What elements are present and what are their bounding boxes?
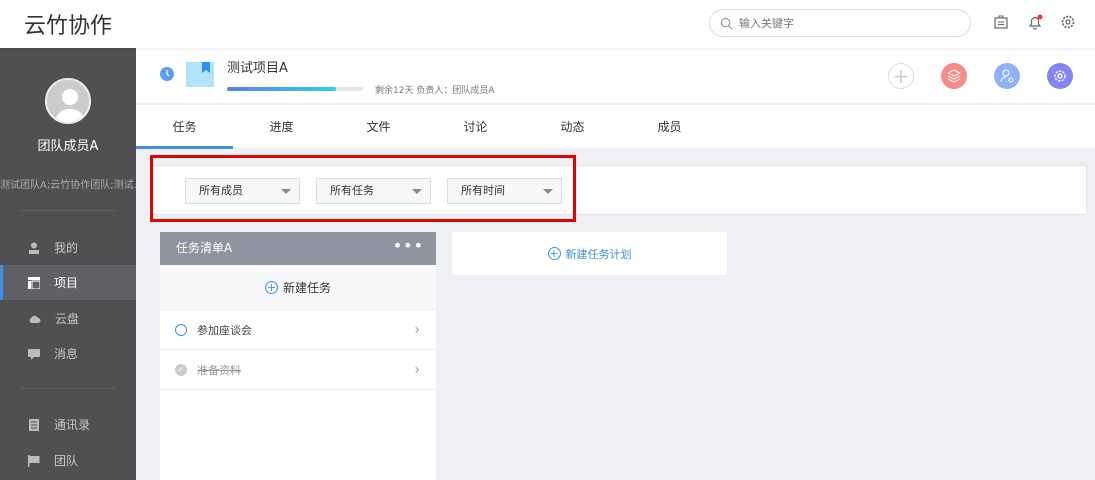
tab-activity[interactable]: 动态: [524, 105, 621, 149]
sidebar-item-cloud[interactable]: 云盘: [0, 301, 136, 336]
briefcase-icon[interactable]: [993, 14, 1009, 30]
flag-icon: [28, 454, 40, 467]
project-book-icon: [186, 62, 214, 87]
checked-circle-icon[interactable]: ✓: [175, 363, 187, 376]
search-box[interactable]: [709, 9, 971, 37]
project-settings-button[interactable]: [1047, 63, 1073, 89]
task-list-header: 任务清单A •••: [160, 232, 436, 265]
new-plan-label: 新建任务计划: [565, 247, 632, 261]
plus-icon: +: [892, 64, 910, 88]
sidebar-item-label: 云盘: [55, 312, 80, 326]
search-icon: [720, 17, 733, 29]
layout-icon: [28, 276, 40, 289]
member-settings-button[interactable]: [994, 63, 1020, 89]
progress-fill: [227, 87, 336, 91]
bell-icon[interactable]: [1027, 14, 1043, 30]
project-meta: 剩余12天 负责人：团队成员A: [375, 86, 495, 96]
task-item[interactable]: 参加座谈会 ›: [160, 310, 436, 350]
layers-button[interactable]: [941, 63, 967, 89]
new-plan-button[interactable]: + 新建任务计划: [452, 232, 727, 275]
layers-icon: [947, 69, 961, 83]
plus-circle-icon: +: [547, 247, 561, 260]
user-teams: 测试团队A;云竹协作团队;测试...: [0, 180, 136, 191]
chevron-right-icon: ›: [414, 321, 420, 338]
project-title: 测试项目A: [227, 61, 288, 76]
project-progress-bar: [227, 87, 363, 91]
message-icon: [28, 348, 40, 360]
sidebar-divider: [20, 388, 116, 389]
user-name: 团队成员A: [37, 139, 99, 154]
sidebar-item-team[interactable]: 团队: [0, 443, 136, 478]
tab-tasks[interactable]: 任务: [136, 105, 233, 149]
new-task-button[interactable]: + 新建任务: [160, 265, 436, 310]
tab-members[interactable]: 成员: [621, 105, 718, 149]
highlight-box: [150, 155, 576, 222]
add-button[interactable]: +: [888, 63, 914, 89]
checkbox-circle-icon[interactable]: [175, 323, 187, 336]
tab-discussion[interactable]: 讨论: [427, 105, 524, 149]
tab-progress[interactable]: 进度: [233, 105, 330, 149]
sidebar-item-projects[interactable]: 项目: [0, 265, 136, 300]
task-name: 准备资料: [197, 363, 241, 377]
sidebar-item-label: 团队: [54, 454, 79, 468]
new-task-label: 新建任务: [282, 280, 331, 295]
avatar[interactable]: [45, 78, 91, 124]
plus-circle-icon: +: [264, 280, 278, 294]
sidebar-item-messages[interactable]: 消息: [0, 336, 136, 371]
cloud-icon: [29, 315, 41, 323]
sidebar-divider: [20, 210, 116, 211]
task-item[interactable]: ✓ 准备资料 ›: [160, 350, 436, 390]
top-bar: 云竹协作: [0, 0, 1095, 48]
sidebar-item-label: 我的: [54, 241, 79, 255]
sidebar-item-mine[interactable]: 我的: [0, 230, 136, 265]
task-list-title: 任务清单A: [176, 241, 233, 255]
sidebar-item-contacts[interactable]: 通讯录: [0, 407, 136, 442]
sidebar-item-label: 消息: [54, 347, 79, 361]
sidebar-item-label: 项目: [54, 276, 79, 290]
sidebar-item-label: 通讯录: [54, 418, 91, 432]
gear-icon: [1054, 70, 1066, 82]
task-name: 参加座谈会: [197, 323, 252, 337]
settings-icon[interactable]: [1060, 14, 1076, 30]
clock-icon: [160, 67, 174, 81]
contacts-icon: [29, 418, 39, 431]
chevron-right-icon: ›: [414, 361, 420, 378]
tab-files[interactable]: 文件: [330, 105, 427, 149]
task-list: 任务清单A ••• + 新建任务 参加座谈会 › ✓ 准备资料 ›: [160, 232, 436, 480]
user-icon: [29, 242, 39, 254]
project-tabs: 任务 进度 文件 讨论 动态 成员: [136, 104, 1095, 149]
search-input[interactable]: [739, 16, 939, 30]
user-gear-icon: [1000, 69, 1014, 83]
more-icon[interactable]: •••: [393, 229, 424, 262]
app-logo: 云竹协作: [24, 14, 113, 39]
